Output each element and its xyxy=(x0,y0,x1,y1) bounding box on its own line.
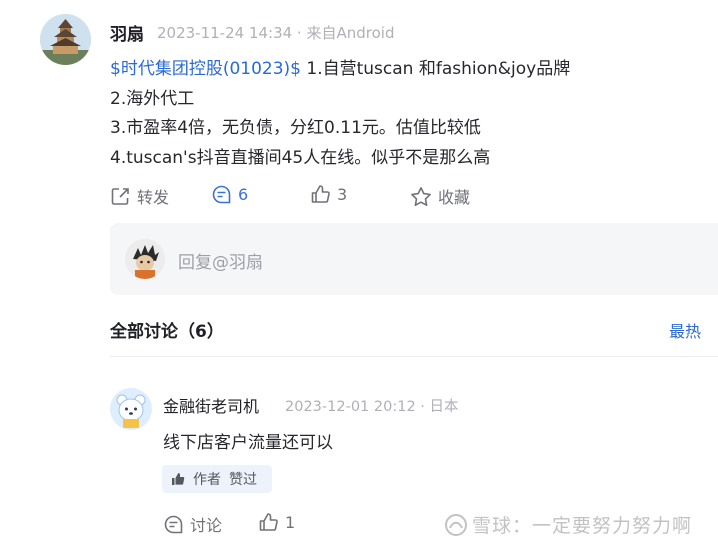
post-line-4: 4.tuscan's抖音直播间45人在线。似乎不是那么高 xyxy=(110,147,491,168)
post-meta: 2023-11-24 14:34 · 来自Android xyxy=(157,24,395,42)
comments-button[interactable]: 6 xyxy=(211,184,248,205)
reply-input[interactable]: 回复@羽扇 xyxy=(178,248,263,273)
likes-count: 3 xyxy=(337,185,348,204)
post-line-2: 2.海外代工 xyxy=(110,88,195,109)
watermark: 雪球：一定要努力努力啊 xyxy=(444,511,692,538)
thumbs-up-icon xyxy=(259,513,278,531)
stock-link[interactable]: $时代集团控股(01023)$ xyxy=(110,59,301,79)
discussion-title: 全部讨论（6） xyxy=(110,322,224,342)
comment-like-button[interactable]: 1 xyxy=(258,512,295,533)
post-author-name[interactable]: 羽扇 xyxy=(110,20,144,45)
post-line-1: $时代集团控股(01023)$ 1.自营tuscan 和fashion&joy品… xyxy=(110,55,570,85)
comment-icon xyxy=(212,185,231,204)
post-actions: 转发 6 3 收藏 xyxy=(0,184,718,210)
commenter-name[interactable]: 金融街老司机 xyxy=(163,393,259,417)
thumbs-up-filled-icon xyxy=(172,473,185,485)
comment-meta: 2023-12-01 20:12 · 日本 xyxy=(285,399,459,415)
post-line-3: 3.市盈率4倍，无负债，分红0.11元。估值比较低 xyxy=(110,118,481,138)
commenter-avatar[interactable] xyxy=(110,388,152,430)
comments-count: 6 xyxy=(238,185,249,204)
favorite-button[interactable]: 收藏 xyxy=(410,184,470,208)
divider xyxy=(110,356,718,357)
comment-icon xyxy=(164,515,183,533)
watermark-text: 雪球：一定要努力努力啊 xyxy=(472,515,693,537)
post-line-1-text: 1.自营tuscan 和fashion&joy品牌 xyxy=(300,59,571,79)
current-user-avatar xyxy=(125,239,165,279)
author-avatar[interactable] xyxy=(40,14,91,65)
badge-author-label: 作者 xyxy=(193,472,221,488)
snowball-logo-icon xyxy=(445,513,467,536)
comment-discuss-label: 讨论 xyxy=(190,516,223,535)
like-button[interactable]: 3 xyxy=(310,184,347,205)
comment-likes-count: 1 xyxy=(285,513,296,532)
star-icon xyxy=(411,186,431,206)
favorite-label: 收藏 xyxy=(438,188,471,207)
share-icon xyxy=(111,187,129,205)
badge-liked-label: 赞过 xyxy=(229,472,257,488)
author-liked-badge: 作者 赞过 xyxy=(162,465,272,493)
comment-text: 线下店客户流量还可以 xyxy=(163,433,333,453)
comment-discuss-button[interactable]: 讨论 xyxy=(163,512,222,536)
sort-hot-button[interactable]: 最热 xyxy=(669,318,701,342)
repost-label: 转发 xyxy=(137,188,170,207)
post-content: $时代集团控股(01023)$ 1.自营tuscan 和fashion&joy品… xyxy=(110,55,570,173)
thumbs-up-icon xyxy=(311,185,330,203)
repost-button[interactable]: 转发 xyxy=(110,184,169,208)
